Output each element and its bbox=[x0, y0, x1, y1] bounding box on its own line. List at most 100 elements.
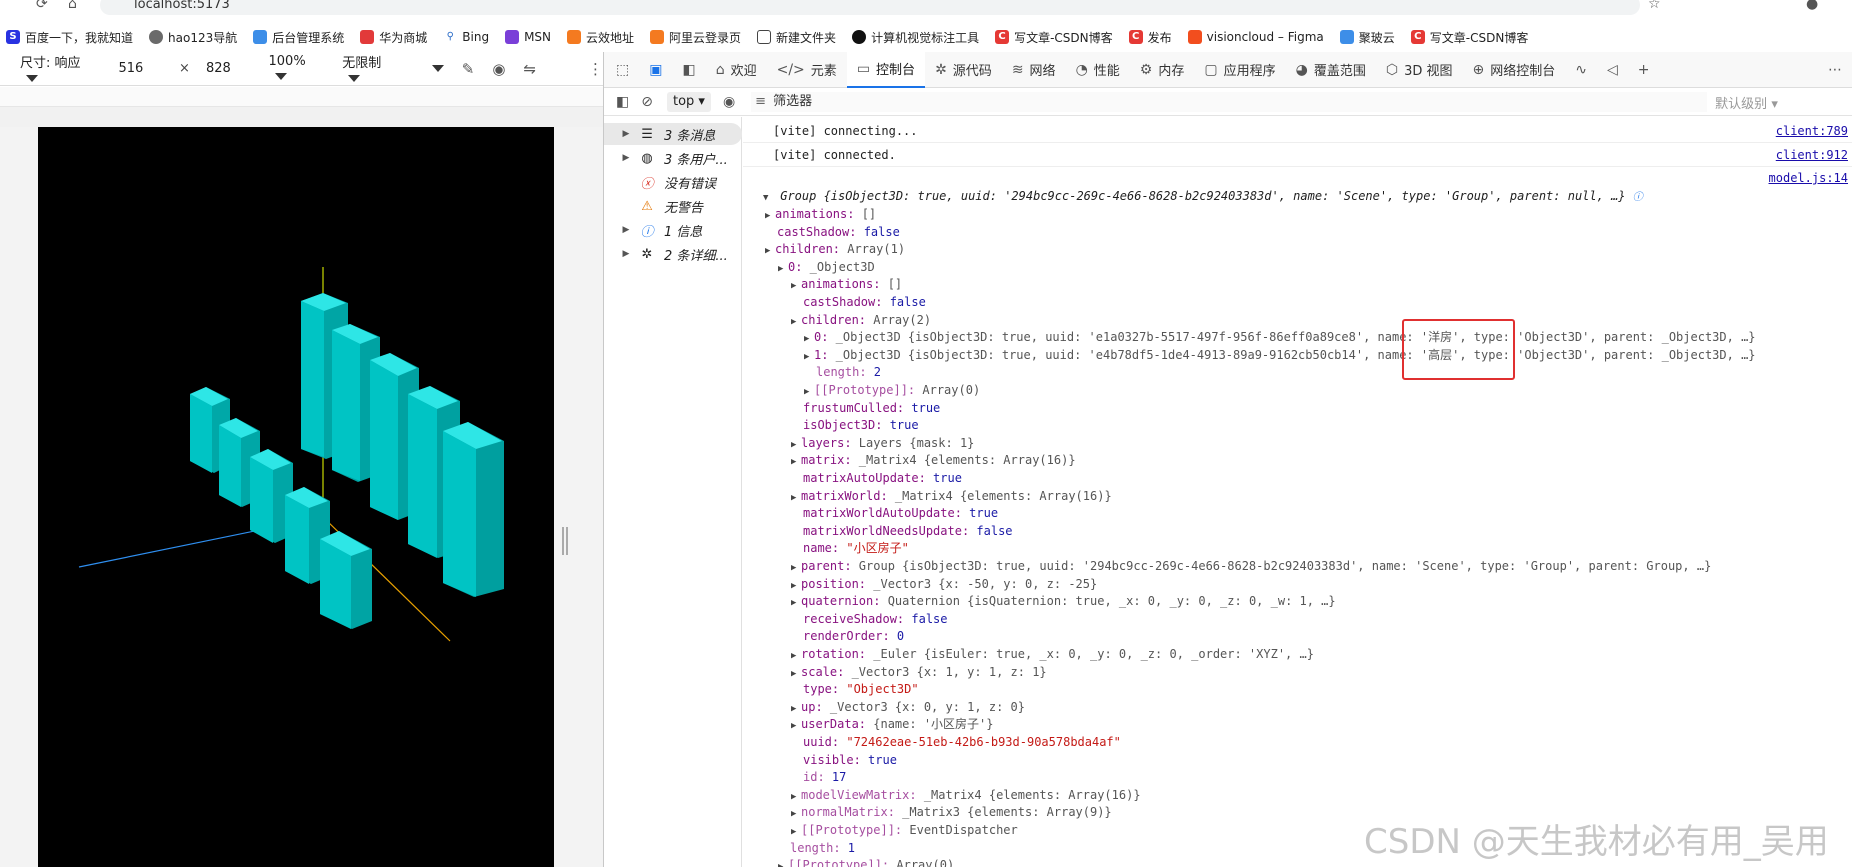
console-sidebar: ▶ ☰ 3 条消息 ▶ ◍ 3 条用户... ⓧ 没有错误 ⚠ 无警告 ▶ ⓘ 1 信息 ▶ ✲ 2… bbox=[604, 117, 742, 867]
tree-row[interactable]: ▶ layers: Layers {mask: 1} bbox=[743, 434, 1852, 452]
property-value: Array(0) bbox=[889, 858, 955, 867]
tab-3d-view[interactable]: ⬡ 3D 视图 bbox=[1376, 52, 1463, 88]
bookmark-item[interactable]: S 百度一下，我就知道 bbox=[0, 29, 139, 46]
bookmark-item[interactable]: 云效地址 bbox=[561, 29, 640, 46]
tree-row[interactable]: ▶ matrix: _Matrix4 {elements: Array(16)} bbox=[743, 451, 1852, 469]
tree-row[interactable]: ▼ Group {isObject3D: true, uuid: '294bc9… bbox=[743, 187, 1852, 205]
console-toolbar: ◧ ⊘ top ▾ ◉ 筛选器 默认级别 ▾ bbox=[604, 89, 1852, 116]
property-key: matrixWorldAutoUpdate: bbox=[803, 506, 962, 521]
tree-row[interactable]: ▶ children: Array(1) bbox=[743, 240, 1852, 258]
sidebar-item-info[interactable]: ▶ ⓘ 1 信息 bbox=[604, 219, 742, 241]
dock-icon[interactable]: ◧ bbox=[672, 52, 705, 88]
bookmark-item[interactable]: 阿里云登录页 bbox=[644, 29, 747, 46]
bookmark-item[interactable]: visioncloud – Figma bbox=[1182, 30, 1330, 44]
sidebar-toggle-icon[interactable]: ◧ bbox=[616, 94, 629, 110]
level-select[interactable]: 默认级别 ▾ bbox=[1715, 93, 1778, 112]
threejs-canvas[interactable] bbox=[38, 127, 554, 867]
chevron-down-icon[interactable] bbox=[431, 65, 444, 72]
tab-coverage[interactable]: ◕ 覆盖范围 bbox=[1286, 52, 1376, 88]
sidebar-item-verbose[interactable]: ▶ ✲ 2 条详细... bbox=[604, 243, 742, 265]
more-icon[interactable]: ⋮ bbox=[588, 60, 603, 78]
rotate-icon[interactable]: ⇋ bbox=[523, 60, 536, 78]
tab-console[interactable]: ▭ 控制台 bbox=[846, 51, 926, 88]
bookmark-item[interactable]: 后台管理系统 bbox=[247, 29, 350, 46]
tree-row[interactable]: ▶ matrixWorld: _Matrix4 {elements: Array(… bbox=[743, 487, 1852, 505]
property-key: layers: bbox=[801, 435, 852, 450]
bookmark-item[interactable]: C 发布 bbox=[1123, 29, 1178, 46]
sidebar-item-errors[interactable]: ⓧ 没有错误 bbox=[604, 171, 742, 193]
tree-row: type: "Object3D" bbox=[743, 680, 1852, 698]
eyedropper-icon[interactable]: ✎ bbox=[462, 60, 475, 78]
tab-network-console[interactable]: ⊕ 网络控制台 bbox=[1463, 52, 1566, 88]
tree-row[interactable]: ▶ 1: _Object3D {isObject3D: true, uuid: '… bbox=[743, 346, 1852, 364]
add-tab-icon[interactable]: + bbox=[1628, 52, 1660, 88]
home-icon[interactable]: ⌂ bbox=[68, 0, 77, 12]
property-key: quaternion: bbox=[801, 594, 881, 609]
bookmark-item[interactable]: MSN bbox=[499, 30, 557, 44]
pulse-icon[interactable]: ∿ bbox=[1565, 52, 1597, 88]
eye-icon[interactable]: ◉ bbox=[723, 94, 735, 110]
speaker-icon[interactable]: ◁ bbox=[1597, 52, 1628, 88]
url-field[interactable]: localhost:5173 bbox=[100, 0, 1640, 15]
tree-row[interactable]: ▶ children: Array(2) bbox=[743, 311, 1852, 329]
list-icon: ☰ bbox=[641, 126, 653, 142]
bookmark-item[interactable]: 聚玻云 bbox=[1334, 29, 1401, 46]
context-select[interactable]: top ▾ bbox=[666, 92, 711, 112]
tab-performance[interactable]: ◔ 性能 bbox=[1066, 52, 1130, 88]
tree-row[interactable]: ▶ animations: [] bbox=[743, 275, 1852, 293]
bookmark-item[interactable]: 新建文件夹 bbox=[751, 29, 842, 46]
tab-application[interactable]: ▢ 应用程序 bbox=[1194, 52, 1285, 88]
sidebar-item-messages[interactable]: ▶ ☰ 3 条消息 bbox=[604, 123, 742, 145]
tree-row[interactable]: ▶ animations: [] bbox=[743, 205, 1852, 223]
bookmark-item[interactable]: ⚲ Bing bbox=[437, 30, 495, 44]
width-input[interactable]: 516 bbox=[112, 59, 171, 79]
property-value: _Object3D {isObject3D: true, uuid: 'e4b7… bbox=[828, 347, 1756, 362]
bookmark-item[interactable]: 华为商城 bbox=[354, 29, 433, 46]
sidebar-item-user-messages[interactable]: ▶ ◍ 3 条用户... bbox=[604, 147, 742, 169]
tree-row[interactable]: ▶ rotation: _Euler {isEuler: true, _x: 0,… bbox=[743, 645, 1852, 663]
clear-console-icon[interactable]: ⊘ bbox=[641, 94, 653, 110]
tree-row[interactable]: ▶ parent: Group {isObject3D: true, uuid: … bbox=[743, 557, 1852, 575]
more-tabs-icon[interactable]: ⋯ bbox=[1818, 52, 1852, 88]
dimension-select[interactable]: 尺寸: 响应 bbox=[20, 52, 96, 86]
tab-elements[interactable]: </> 元素 bbox=[767, 52, 847, 88]
eye-icon[interactable]: ◉ bbox=[492, 60, 505, 78]
resize-handle[interactable] bbox=[562, 527, 568, 555]
bookmark-item[interactable]: C 写文章-CSDN博客 bbox=[1405, 29, 1535, 46]
tab-memory[interactable]: ⚙ 内存 bbox=[1130, 52, 1195, 88]
tab-welcome[interactable]: ⌂ 欢迎 bbox=[706, 52, 767, 88]
tree-row[interactable]: ▶[[Prototype]]: Array(0) bbox=[743, 381, 1852, 399]
property-value: _Vector3 {x: 0, y: 1, z: 0} bbox=[822, 699, 1025, 714]
globe-icon bbox=[149, 30, 164, 44]
source-link[interactable]: client:912 bbox=[1776, 143, 1848, 167]
bookmark-item[interactable]: 计算机视觉标注工具 bbox=[846, 29, 985, 46]
bookmark-item[interactable]: C 写文章-CSDN博客 bbox=[989, 29, 1119, 46]
property-value: "小区房子" bbox=[839, 541, 909, 556]
tab-sources[interactable]: ✲ 源代码 bbox=[925, 52, 1002, 88]
throttle-select[interactable]: 无限制 bbox=[342, 52, 398, 86]
filter-input[interactable]: 筛选器 bbox=[751, 92, 1708, 112]
tree-row[interactable]: ▶ 0: _Object3D bbox=[743, 258, 1852, 276]
reload-icon[interactable]: ⟳ bbox=[36, 0, 48, 12]
tree-row[interactable]: ▶ userData: {name: '小区房子'} bbox=[743, 715, 1852, 733]
tree-row[interactable]: ▶ position: _Vector3 {x: -50, y: 0, z: -2… bbox=[743, 575, 1852, 593]
avatar[interactable]: ● bbox=[1806, 0, 1818, 12]
home-icon: ⌂ bbox=[715, 61, 725, 78]
star-icon[interactable]: ☆ bbox=[1648, 0, 1661, 12]
height-input[interactable]: 828 bbox=[200, 59, 259, 79]
source-link[interactable]: client:789 bbox=[1776, 119, 1848, 143]
source-link[interactable]: model.js:14 bbox=[1769, 169, 1848, 187]
tree-row[interactable]: ▶ modelViewMatrix: _Matrix4 {elements: Ar… bbox=[743, 786, 1852, 804]
property-value: "Object3D" bbox=[839, 682, 919, 697]
tab-network[interactable]: ≋ 网络 bbox=[1002, 52, 1066, 88]
tree-row[interactable]: ▶ scale: _Vector3 {x: 1, y: 1, z: 1} bbox=[743, 663, 1852, 681]
inspect-icon[interactable]: ⬚ bbox=[604, 52, 639, 88]
bookmark-item[interactable]: hao123导航 bbox=[143, 29, 243, 46]
tree-row[interactable]: ▶ up: _Vector3 {x: 0, y: 1, z: 0} bbox=[743, 698, 1852, 716]
sidebar-item-warnings[interactable]: ⚠ 无警告 bbox=[604, 195, 742, 217]
property-value: _Object3D bbox=[802, 259, 875, 274]
zoom-select[interactable]: 100% bbox=[269, 54, 323, 84]
device-toggle-icon[interactable]: ▣ bbox=[639, 52, 672, 88]
tree-row[interactable]: ▶ 0: _Object3D {isObject3D: true, uuid: '… bbox=[743, 328, 1852, 346]
tree-row[interactable]: ▶ quaternion: Quaternion {isQuaternion: t… bbox=[743, 592, 1852, 610]
